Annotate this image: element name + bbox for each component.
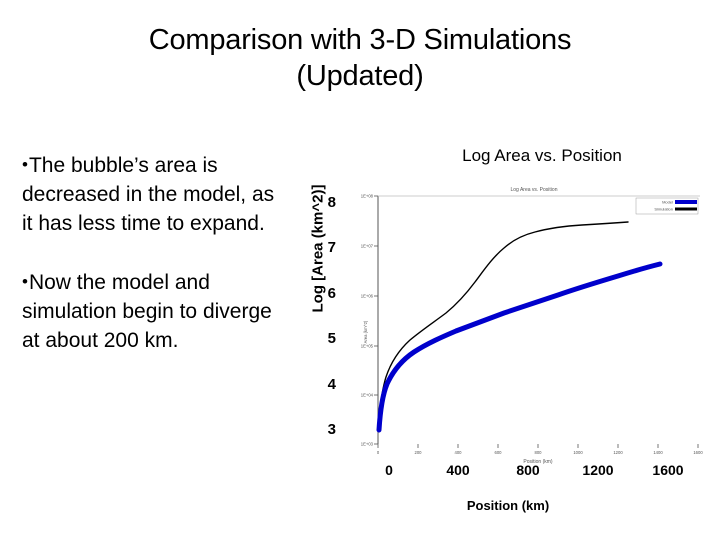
inner-chart-title: Log Area vs. Position: [511, 187, 558, 193]
inner-y-axis-label: Area (km^2): [363, 320, 368, 343]
page-title-line-1: Comparison with 3-D Simulations: [148, 24, 572, 56]
svg-text:400: 400: [455, 450, 463, 455]
svg-text:1400: 1400: [653, 450, 663, 455]
y-tick-label: 7: [327, 239, 336, 256]
bullet-marker-icon: •: [22, 272, 28, 291]
x-tick-label: 800: [516, 462, 540, 478]
chart-heading: Log Area vs. Position: [462, 146, 622, 165]
x-tick-label: 0: [385, 462, 393, 478]
svg-text:800: 800: [535, 450, 543, 455]
svg-text:1200: 1200: [613, 450, 623, 455]
list-item: •Now the model and simulation begin to d…: [22, 267, 280, 355]
chart-figure: Log Area vs. Position Log Area vs. Posit…: [288, 140, 708, 520]
x-axis-label: Position (km): [466, 498, 550, 513]
svg-text:600: 600: [495, 450, 503, 455]
y-tick-label: 8: [327, 194, 336, 211]
embedded-plot-image: Log Area vs. Position 1E+08 1E+07 1E+06 …: [360, 182, 708, 492]
bullet-list: •The bubble’s area is decreased in the m…: [22, 150, 280, 355]
svg-text:1600: 1600: [693, 450, 703, 455]
svg-text:1E+03: 1E+03: [361, 442, 374, 447]
list-item: •The bubble’s area is decreased in the m…: [22, 150, 280, 238]
page-title-line-2: (Updated): [296, 60, 424, 92]
svg-text:1E+07: 1E+07: [361, 244, 374, 249]
bullet-text: The bubble’s area is decreased in the mo…: [22, 154, 275, 235]
x-tick-label: 400: [446, 462, 470, 478]
x-tick-label: 1600: [652, 462, 684, 478]
svg-text:1E+08: 1E+08: [361, 194, 374, 199]
y-tick-label: 6: [327, 285, 336, 302]
x-tick-label: 1200: [582, 462, 614, 478]
svg-text:1E+06: 1E+06: [361, 294, 374, 299]
y-tick-label: 4: [327, 376, 336, 393]
legend-label-simulation: Simulation: [654, 207, 673, 212]
y-tick-label: 3: [327, 421, 336, 438]
legend-label-model: Model: [662, 200, 673, 205]
page-title: Comparison with 3-D Simulations (Updated…: [40, 22, 680, 94]
chart-legend: Model Simulation: [635, 197, 699, 215]
y-tick-label: 5: [327, 330, 336, 347]
svg-text:1E+04: 1E+04: [361, 393, 374, 398]
bullet-marker-icon: •: [22, 155, 28, 174]
bullet-text: Now the model and simulation begin to di…: [22, 271, 272, 352]
svg-text:1000: 1000: [573, 450, 583, 455]
svg-text:200: 200: [415, 450, 423, 455]
